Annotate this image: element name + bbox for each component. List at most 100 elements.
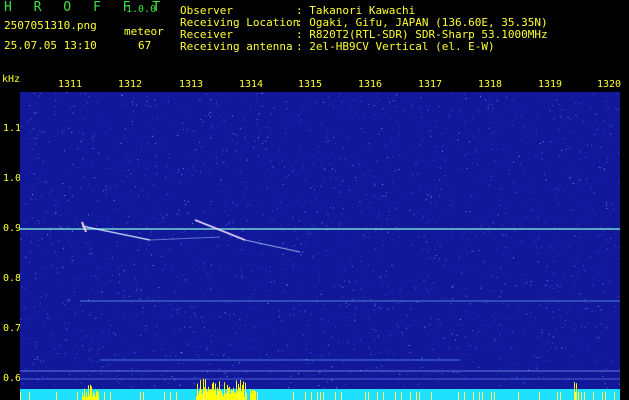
noise-speck	[429, 130, 431, 132]
noise-speck	[61, 303, 63, 304]
noise-speck	[62, 193, 64, 195]
noise-speck	[204, 334, 206, 336]
noise-speck	[147, 143, 149, 145]
noise-speck	[195, 153, 197, 155]
noise-speck	[605, 110, 606, 112]
noise-speck	[27, 368, 28, 370]
noise-speck	[409, 367, 410, 369]
noise-speck	[430, 195, 432, 197]
noise-speck	[512, 197, 514, 199]
x-tick-label: 1320	[596, 79, 622, 90]
noise-speck	[549, 245, 551, 247]
noise-speck	[64, 195, 66, 196]
noise-speck	[163, 189, 165, 191]
noise-speck	[512, 125, 514, 126]
noise-speck	[287, 114, 289, 116]
noise-speck	[214, 202, 216, 204]
noise-speck	[330, 336, 332, 338]
noise-speck	[598, 358, 600, 360]
noise-speck	[110, 249, 112, 251]
noise-speck	[222, 149, 224, 151]
noise-speck	[425, 199, 427, 201]
noise-speck	[177, 135, 179, 136]
noise-speck	[427, 220, 429, 222]
noise-speck	[388, 351, 390, 353]
noise-speck	[217, 355, 219, 357]
noise-speck	[459, 109, 461, 111]
noise-speck	[162, 221, 164, 223]
noise-speck	[283, 290, 285, 291]
noise-speck	[363, 234, 364, 236]
noise-speck	[562, 242, 563, 244]
noise-speck	[515, 385, 517, 387]
noise-speck	[561, 347, 563, 349]
noise-speck	[387, 97, 389, 99]
noise-speck	[86, 146, 88, 147]
noise-speck	[389, 101, 390, 103]
noise-speck	[409, 225, 411, 227]
noise-speck	[125, 223, 127, 225]
noise-speck	[290, 312, 292, 314]
intensity-bar	[204, 387, 205, 400]
noise-speck	[311, 92, 313, 94]
noise-speck	[482, 302, 483, 304]
noise-speck	[33, 137, 35, 139]
noise-speck	[21, 308, 23, 310]
noise-speck	[115, 302, 117, 304]
noise-speck	[585, 179, 587, 180]
noise-speck	[374, 305, 376, 307]
noise-speck	[444, 127, 446, 129]
noise-speck	[136, 288, 138, 290]
noise-speck	[128, 284, 130, 286]
noise-speck	[133, 98, 135, 100]
noise-speck	[124, 137, 126, 139]
noise-speck	[370, 287, 372, 288]
noise-speck	[67, 226, 69, 228]
noise-speck	[146, 240, 148, 242]
noise-speck	[296, 112, 298, 114]
noise-speck	[298, 220, 300, 222]
noise-speck	[281, 160, 283, 162]
noise-speck	[564, 277, 566, 279]
noise-speck	[313, 355, 315, 357]
noise-speck	[183, 326, 185, 328]
noise-speck	[321, 354, 323, 356]
noise-speck	[352, 289, 354, 291]
noise-speck	[115, 186, 116, 188]
noise-speck	[209, 98, 211, 100]
noise-speck	[34, 223, 36, 225]
noise-speck	[273, 153, 275, 155]
noise-speck	[495, 131, 497, 133]
noise-speck	[211, 335, 213, 336]
noise-speck	[360, 212, 362, 214]
x-tick-label: 1312	[117, 79, 143, 90]
noise-speck	[305, 265, 307, 267]
noise-speck	[31, 104, 33, 106]
noise-speck	[154, 305, 156, 307]
noise-speck	[284, 166, 285, 168]
intensity-bar	[199, 390, 200, 400]
noise-speck	[381, 195, 383, 197]
noise-speck	[593, 133, 595, 135]
noise-speck	[173, 290, 175, 292]
noise-speck	[233, 203, 235, 205]
noise-speck	[552, 343, 554, 345]
noise-speck	[537, 357, 538, 359]
noise-speck	[318, 276, 320, 278]
noise-speck	[265, 149, 267, 151]
noise-speck	[518, 309, 519, 311]
noise-speck	[614, 107, 616, 109]
noise-speck	[355, 177, 356, 178]
noise-speck	[62, 132, 64, 134]
noise-speck	[297, 202, 299, 204]
noise-speck	[171, 270, 173, 272]
noise-speck	[217, 104, 218, 106]
noise-speck	[68, 241, 70, 243]
noise-speck	[605, 205, 607, 206]
noise-speck	[618, 246, 620, 248]
noise-speck	[452, 298, 454, 300]
noise-speck	[55, 96, 57, 98]
noise-speck	[94, 275, 96, 277]
noise-speck	[280, 124, 282, 126]
noise-speck	[96, 290, 98, 292]
